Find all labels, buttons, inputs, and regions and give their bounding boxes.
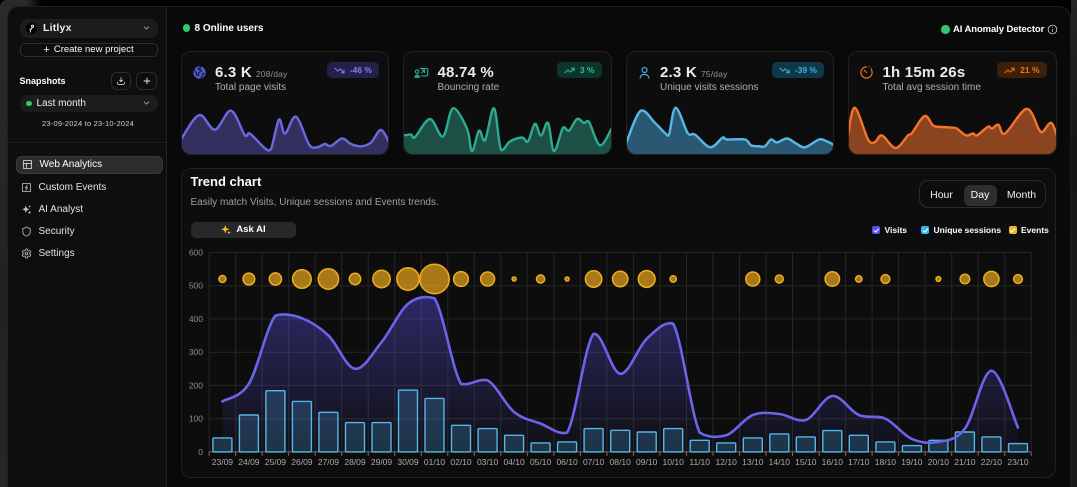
svg-text:21/10: 21/10: [954, 457, 976, 467]
svg-text:300: 300: [189, 347, 203, 357]
svg-text:400: 400: [189, 314, 203, 324]
svg-text:600: 600: [189, 247, 203, 257]
svg-text:500: 500: [189, 281, 203, 291]
svg-text:30/09: 30/09: [397, 457, 419, 467]
svg-text:100: 100: [189, 414, 203, 424]
svg-text:14/10: 14/10: [769, 457, 791, 467]
svg-text:28/09: 28/09: [344, 457, 366, 467]
svg-text:23/09: 23/09: [212, 457, 234, 467]
svg-text:25/09: 25/09: [265, 457, 287, 467]
svg-text:09/10: 09/10: [636, 457, 658, 467]
svg-text:04/10: 04/10: [503, 457, 525, 467]
svg-text:12/10: 12/10: [716, 457, 738, 467]
svg-text:200: 200: [189, 380, 203, 390]
svg-text:01/10: 01/10: [424, 457, 446, 467]
svg-text:03/10: 03/10: [477, 457, 499, 467]
svg-text:24/09: 24/09: [238, 457, 260, 467]
svg-text:11/10: 11/10: [689, 457, 710, 467]
svg-text:07/10: 07/10: [583, 457, 605, 467]
svg-text:05/10: 05/10: [530, 457, 552, 467]
svg-text:23/10: 23/10: [1007, 457, 1029, 467]
svg-text:17/10: 17/10: [848, 457, 870, 467]
svg-text:29/09: 29/09: [371, 457, 393, 467]
svg-text:15/10: 15/10: [795, 457, 817, 467]
svg-text:08/10: 08/10: [610, 457, 632, 467]
svg-text:13/10: 13/10: [742, 457, 764, 467]
svg-text:0: 0: [198, 447, 203, 457]
svg-text:16/10: 16/10: [822, 457, 844, 467]
svg-text:18/10: 18/10: [875, 457, 897, 467]
svg-text:26/09: 26/09: [291, 457, 313, 467]
svg-text:20/10: 20/10: [928, 457, 950, 467]
svg-text:22/10: 22/10: [981, 457, 1003, 467]
svg-text:06/10: 06/10: [556, 457, 578, 467]
svg-text:27/09: 27/09: [318, 457, 340, 467]
svg-text:02/10: 02/10: [450, 457, 472, 467]
svg-text:19/10: 19/10: [901, 457, 923, 467]
svg-text:10/10: 10/10: [663, 457, 685, 467]
